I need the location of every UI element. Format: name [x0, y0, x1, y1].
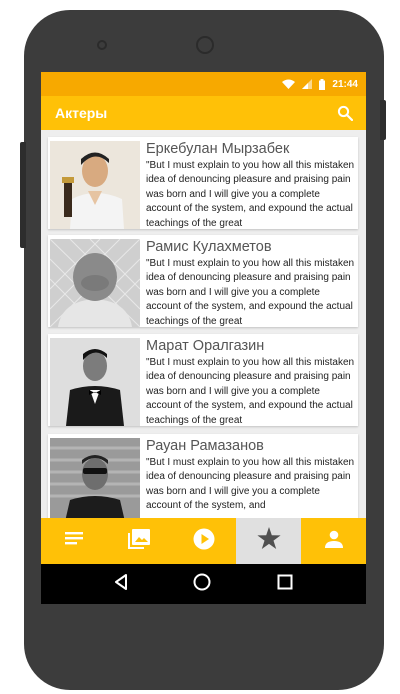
sensor — [97, 40, 107, 50]
photo-icon — [127, 528, 150, 554]
actor-photo — [50, 438, 140, 518]
actor-card[interactable]: Рауан Рамазанов "But I must explain to y… — [48, 434, 358, 518]
tab-profile[interactable] — [301, 518, 366, 564]
actor-name: Еркебулан Мырзабек — [146, 141, 290, 157]
tab-list[interactable] — [41, 518, 106, 564]
actor-photo — [50, 141, 140, 229]
actor-description: "But I must explain to you how all this … — [146, 160, 355, 229]
page-title: Актеры — [55, 105, 108, 121]
back-icon[interactable] — [114, 573, 128, 595]
power-button — [380, 100, 386, 140]
tab-photos[interactable] — [106, 518, 171, 564]
actor-name: Рауан Рамазанов — [146, 438, 264, 454]
actor-name: Рамис Кулахметов — [146, 239, 272, 255]
play-icon — [193, 528, 215, 555]
actor-card[interactable]: Рамис Кулахметов "But I must explain to … — [48, 235, 358, 327]
actor-card[interactable]: Марат Оралгазин "But I must explain to y… — [48, 334, 358, 426]
system-navigation-bar — [41, 564, 366, 604]
signal-icon — [302, 79, 313, 89]
actor-description: "But I must explain to you how all this … — [146, 258, 355, 327]
person-icon — [324, 530, 343, 553]
list-icon — [64, 531, 83, 552]
actors-list: Еркебулан Мырзабек "But I must explain t… — [41, 130, 366, 518]
volume-button — [20, 142, 26, 248]
actor-name: Марат Оралгазин — [146, 338, 265, 354]
actor-description: "But I must explain to you how all this … — [146, 357, 355, 426]
search-icon[interactable] — [334, 102, 356, 124]
front-camera — [196, 36, 214, 54]
star-icon — [256, 527, 281, 555]
actor-photo — [50, 239, 140, 327]
status-time: 21:44 — [332, 78, 358, 90]
tab-play[interactable] — [171, 518, 236, 564]
home-icon[interactable] — [193, 573, 211, 596]
battery-icon — [319, 78, 326, 90]
bottom-navigation — [41, 518, 366, 564]
actor-card[interactable]: Еркебулан Мырзабек "But I must explain t… — [48, 137, 358, 229]
screen: 21:44 Актеры Еркебулан Мырзабек "But I m… — [41, 72, 366, 604]
actor-photo — [50, 338, 140, 426]
tab-favorites[interactable] — [236, 518, 301, 564]
app-bar: Актеры — [41, 96, 366, 130]
recents-icon[interactable] — [277, 574, 293, 595]
status-bar: 21:44 — [41, 72, 366, 96]
wifi-icon — [282, 79, 296, 89]
actor-description: "But I must explain to you how all this … — [146, 457, 355, 512]
